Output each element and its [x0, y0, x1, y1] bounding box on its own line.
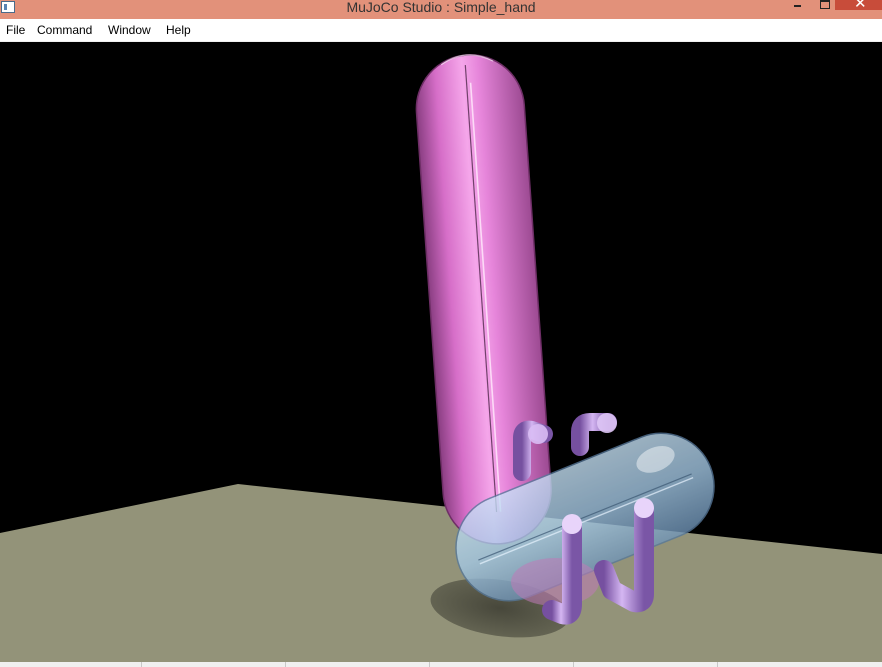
scene-canvas [0, 54, 882, 662]
menu-window[interactable]: Window [108, 23, 151, 38]
menu-command[interactable]: Command [37, 23, 92, 38]
minimize-icon[interactable] [790, 0, 806, 10]
mujoco-studio-window: MuJoCo Studio : Simple_hand ✕ File Comma… [0, 0, 882, 667]
status-separator [717, 662, 718, 667]
floor-plane [0, 484, 882, 662]
status-separator [429, 662, 430, 667]
status-bar [0, 662, 882, 667]
window-title: MuJoCo Studio : Simple_hand [346, 0, 536, 15]
simulation-viewport[interactable] [0, 42, 882, 662]
maximize-icon[interactable] [817, 0, 833, 10]
status-separator [285, 662, 286, 667]
upright-capsule [415, 54, 552, 545]
title-bar[interactable]: MuJoCo Studio : Simple_hand ✕ [0, 0, 882, 19]
menu-bar: File Command Window Help [0, 19, 882, 42]
close-icon: ✕ [854, 0, 867, 12]
menu-help[interactable]: Help [166, 23, 191, 38]
menu-file[interactable]: File [6, 23, 25, 38]
status-separator [141, 662, 142, 667]
status-separator [573, 662, 574, 667]
close-button[interactable]: ✕ [835, 0, 882, 12]
capsule-bottom [511, 558, 599, 606]
